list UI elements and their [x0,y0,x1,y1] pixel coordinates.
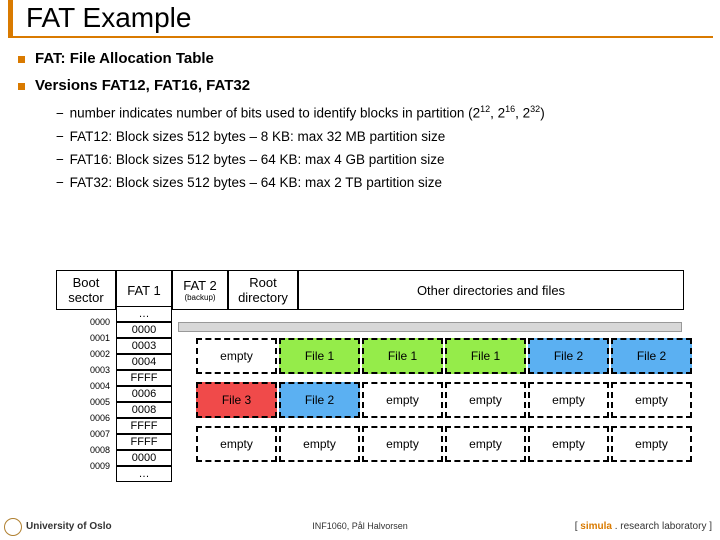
block-pane: File 1 [362,338,443,374]
fat-index: 0000 [90,317,110,327]
header-fat2: FAT 2 (backup) [172,270,228,310]
block-pane: empty [196,426,277,462]
fat-index: 0005 [90,397,110,407]
block-pane: empty [528,382,609,418]
bullet-main: Versions FAT12, FAT16, FAT32 [18,77,708,94]
header-fat1: FAT 1 [116,270,172,310]
header-root-dir: Root directory [228,270,298,310]
header-boot-sector: Boot sector [56,270,116,310]
bullet-sub: number indicates number of bits used to … [56,104,708,121]
footer-lab: [ simula . research laboratory ] [575,521,712,532]
fat-index: 0001 [90,333,110,343]
fat-index: 0004 [90,381,110,391]
fat-entry: 0000 [116,450,172,466]
block-pane: empty [196,338,277,374]
bullet-main: FAT: File Allocation Table [18,50,708,67]
title-bar: FAT Example [0,0,720,44]
bullet-sub: FAT12: Block sizes 512 bytes – 8 KB: max… [56,129,708,144]
accent-underline [13,36,713,38]
fat-index: 0002 [90,349,110,359]
block-pane: File 3 [196,382,277,418]
block-pane: empty [279,426,360,462]
bullet-square-icon [18,83,25,90]
bullet-square-icon [18,56,25,63]
footer-course: INF1060, Pål Halvorsen [312,521,408,531]
slide-title: FAT Example [26,2,191,34]
fat-entry: … [116,306,172,322]
block-pane: File 1 [279,338,360,374]
block-pane: empty [611,382,692,418]
block-pane: File 2 [528,338,609,374]
bullet-sub: FAT32: Block sizes 512 bytes – 64 KB: ma… [56,175,708,190]
fat-index: 0008 [90,445,110,455]
block-pane: empty [611,426,692,462]
block-pane: empty [445,382,526,418]
footer-university: University of Oslo [26,521,112,532]
block-pane: File 1 [445,338,526,374]
header-fat2-sub: (backup) [184,293,215,302]
fat-index: 0006 [90,413,110,423]
accent-vertical [8,0,13,38]
fat-entry: 0000 [116,322,172,338]
fat-entry: … [116,466,172,482]
uio-crest-icon [4,518,22,536]
fat-index: 0009 [90,461,110,471]
block-pane: File 2 [279,382,360,418]
header-other: Other directories and files [298,270,684,310]
fat-entry: 0006 [116,386,172,402]
block-pane: empty [528,426,609,462]
fat-entry: FFFF [116,370,172,386]
bullet-sub: FAT16: Block sizes 512 bytes – 64 KB: ma… [56,152,708,167]
bullet-list: FAT: File Allocation Table Versions FAT1… [18,50,708,198]
bullet-text: Versions FAT12, FAT16, FAT32 [35,77,250,94]
block-pane: File 2 [611,338,692,374]
fat-entry: FFFF [116,418,172,434]
block-pane: empty [362,426,443,462]
fat-entry: 0003 [116,338,172,354]
fat-index: 0003 [90,365,110,375]
block-pane: empty [445,426,526,462]
bullet-text: FAT: File Allocation Table [35,50,214,67]
fat-entry: 0004 [116,354,172,370]
fat-index: 0007 [90,429,110,439]
header-fat2-label: FAT 2 [183,278,216,293]
fat-entry: FFFF [116,434,172,450]
fat-entry: 0008 [116,402,172,418]
footer: University of Oslo INF1060, Pål Halvorse… [0,516,720,536]
block-pane: empty [362,382,443,418]
expansion-band [178,322,682,332]
